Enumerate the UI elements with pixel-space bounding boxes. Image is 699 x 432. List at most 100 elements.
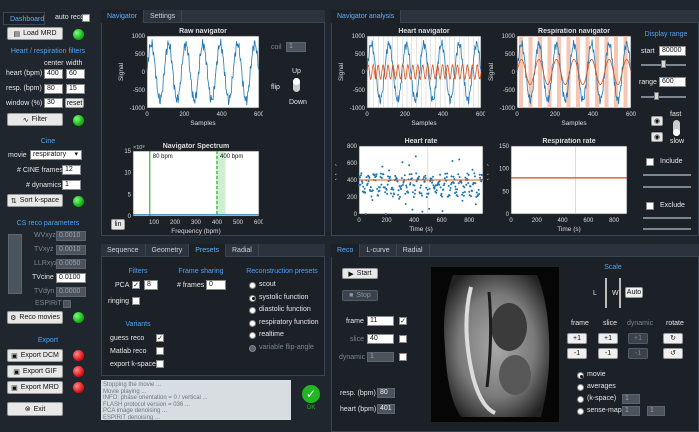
range-slider-handle[interactable]	[654, 92, 659, 100]
cs-slider-track[interactable]	[8, 234, 22, 294]
ringing-checkbox[interactable]	[132, 297, 140, 305]
flip-switch[interactable]	[293, 78, 300, 92]
lin-button[interactable]: lin	[111, 219, 125, 230]
preset-radio[interactable]	[249, 319, 256, 327]
check-circle-icon: ✓	[302, 385, 320, 403]
x-tick-label: 100	[149, 220, 160, 226]
movie-select[interactable]: respiratory ▾	[30, 150, 82, 160]
tab-presets[interactable]: Presets	[189, 244, 226, 257]
slice-input[interactable]: 40	[367, 334, 394, 344]
rotate-cw-button[interactable]: ↻	[663, 333, 683, 344]
window-slider[interactable]	[619, 278, 621, 308]
tab-settings[interactable]: Settings	[144, 10, 183, 23]
window-input[interactable]: 30	[44, 98, 63, 108]
matlab-reco-checkbox[interactable]	[156, 347, 164, 355]
sense-map-radio[interactable]	[577, 408, 584, 415]
cine-frames-input[interactable]: 12	[62, 165, 81, 175]
rotate-ccw-button[interactable]: ↺	[663, 348, 683, 359]
dynamic-checkbox[interactable]	[399, 353, 407, 361]
mri-image[interactable]	[431, 267, 559, 422]
movie-radio[interactable]	[577, 372, 584, 379]
dynamics-input[interactable]: 1	[62, 180, 81, 190]
heart-center-input[interactable]: 400	[44, 69, 63, 79]
sort-kspace-button[interactable]: ⇅ Sort k-space	[7, 194, 63, 207]
start-button[interactable]: ▶ Start	[342, 268, 378, 279]
guess-reco-checkbox[interactable]: ✓	[156, 334, 164, 342]
reset-button[interactable]: reset	[65, 98, 84, 108]
tab-geometry[interactable]: Geometry	[146, 244, 190, 257]
heart-rate-point	[387, 175, 390, 178]
x-tick-label: 600	[583, 218, 594, 224]
heart-rate-point	[413, 184, 416, 187]
y-axis-label: Signal	[488, 62, 495, 81]
x-tick-label: 200	[400, 112, 411, 118]
exclude-slider-2[interactable]	[643, 228, 691, 230]
camera-icon[interactable]: ◉	[651, 116, 663, 126]
frames-input[interactable]: 0	[206, 280, 226, 290]
tab-navigator-analysis[interactable]: Navigator analysis	[331, 10, 402, 23]
export-kspace-checkbox[interactable]	[156, 360, 164, 368]
level-slider[interactable]	[605, 278, 607, 308]
speed-switch[interactable]	[673, 120, 680, 136]
export-gif-button[interactable]: ▣ Export GIF	[7, 365, 63, 378]
col-center: center	[44, 60, 64, 67]
include-label: Include	[660, 158, 683, 165]
tab-l-curve[interactable]: L-curve	[360, 244, 397, 257]
y-tick-label: 150	[499, 144, 510, 150]
tab-radial[interactable]: Radial	[226, 244, 259, 257]
preset-radio[interactable]	[249, 307, 256, 314]
load-mrd-button[interactable]: ▤ Load MRD	[7, 27, 63, 40]
averages-radio[interactable]	[577, 384, 584, 391]
cs-param-input[interactable]: 0.0100	[56, 273, 86, 283]
frame-plus-button[interactable]: +1	[567, 333, 587, 344]
kspace-radio[interactable]	[577, 396, 584, 403]
preset-radio[interactable]	[249, 282, 256, 289]
tab-radial[interactable]: Radial	[397, 244, 430, 257]
frame-input[interactable]: 11	[367, 316, 394, 326]
exclude-slider-1[interactable]	[643, 217, 691, 219]
heart-rate-point	[451, 160, 454, 162]
slice-minus-button[interactable]: -1	[598, 348, 618, 359]
tab-reco[interactable]: Reco	[331, 244, 361, 257]
resp-width-input[interactable]: 15	[66, 84, 85, 94]
export-dcm-button[interactable]: ▣ Export DCM	[7, 349, 63, 362]
camera-icon[interactable]: ◉	[651, 132, 663, 142]
filter-button[interactable]: ∿ Filter	[7, 113, 63, 126]
exit-button[interactable]: ⊗ Exit	[7, 402, 63, 416]
include-checkbox[interactable]	[646, 158, 654, 166]
include-slider-2[interactable]	[643, 186, 691, 188]
y-tick-label: 200	[347, 195, 358, 201]
stop-button: ■ Stop	[342, 290, 378, 301]
heart-width-input[interactable]: 60	[66, 69, 85, 79]
reco-movies-button[interactable]: ⚙ Reco movies	[7, 311, 63, 324]
cs-param-input: 0.0000	[56, 287, 86, 297]
slice-plus-button[interactable]: +1	[598, 333, 618, 344]
start-slider-handle[interactable]	[661, 60, 666, 68]
resp-center-input[interactable]: 80	[44, 84, 63, 94]
export-mrd-button[interactable]: ▣ Export MRD	[7, 381, 63, 394]
heart-rate-point	[431, 175, 434, 178]
frame-minus-button[interactable]: -1	[567, 348, 587, 359]
range-slider[interactable]	[641, 96, 686, 98]
sort-status-led	[73, 196, 84, 207]
heart-rate-point	[462, 194, 465, 197]
tab-navigator[interactable]: Navigator	[101, 10, 144, 23]
tab-dashboard[interactable]: Dashboard	[3, 12, 45, 25]
slice-checkbox[interactable]	[399, 335, 407, 343]
auto-reco-checkbox[interactable]	[82, 14, 90, 22]
col-frame: frame	[571, 320, 589, 327]
range-input[interactable]: 600	[659, 77, 686, 87]
preset-radio[interactable]	[249, 294, 256, 302]
tab-sequence[interactable]: Sequence	[101, 244, 146, 257]
exclude-checkbox[interactable]	[646, 202, 654, 210]
pca-checkbox[interactable]: ✓	[132, 281, 140, 289]
include-slider-1[interactable]	[643, 174, 691, 176]
frame-checkbox[interactable]: ✓	[399, 317, 407, 325]
pca-input[interactable]: 8	[144, 280, 158, 290]
start-input[interactable]: 80000	[659, 46, 686, 56]
heart-rate-point	[369, 186, 372, 189]
preset-radio[interactable]	[249, 332, 256, 339]
y-tick-label: 500	[355, 52, 366, 58]
auto-button[interactable]: Auto	[625, 287, 643, 298]
heart-rate-point	[359, 176, 361, 179]
